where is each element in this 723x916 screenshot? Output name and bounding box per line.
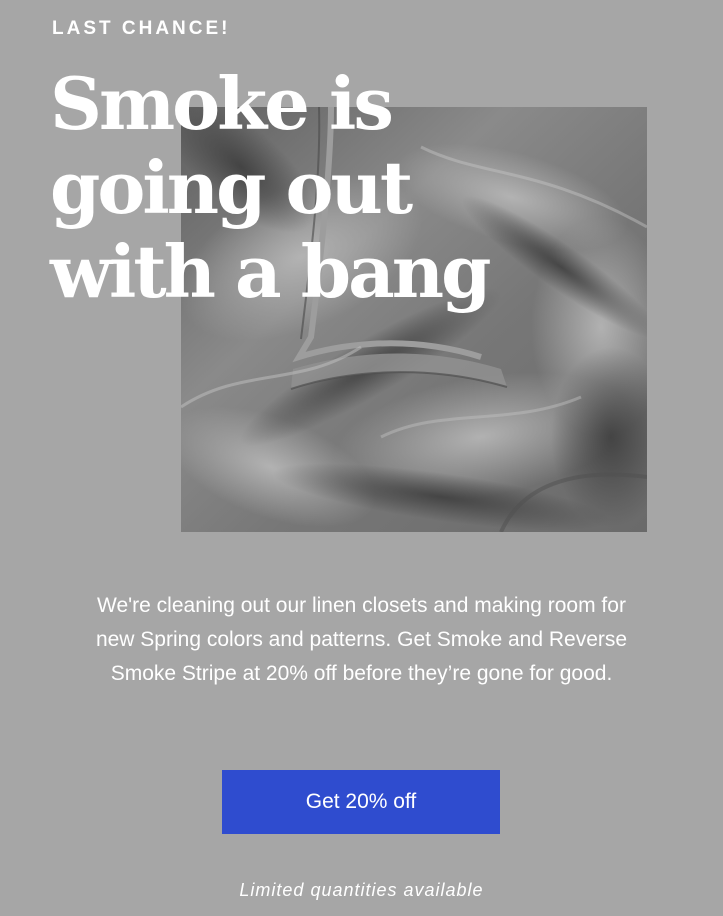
headline-line-2: going out xyxy=(50,145,413,230)
headline-line-1: Smoke is xyxy=(50,61,394,146)
get-discount-button[interactable]: Get 20% off xyxy=(222,770,500,834)
headline-line-3: with a bang xyxy=(50,229,491,314)
eyebrow-label: LAST CHANCE! xyxy=(52,18,231,39)
limited-quantities-note: Limited quantities available xyxy=(239,880,484,900)
email-page: LAST CHANCE! Smoke is going out with a b… xyxy=(0,0,723,916)
headline: Smoke is going out with a bang xyxy=(50,62,570,314)
body-copy: We're cleaning out our linen closets and… xyxy=(95,594,628,685)
